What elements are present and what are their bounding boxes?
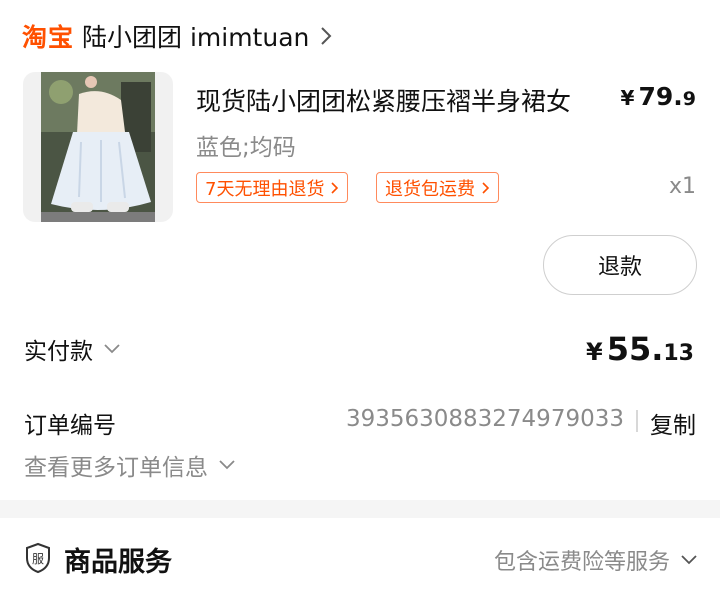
- divider: [636, 410, 638, 432]
- amount-decimal: 13: [663, 341, 694, 366]
- amount-currency: ¥: [585, 338, 603, 366]
- chevron-down-icon: [104, 344, 120, 354]
- copy-button[interactable]: 复制: [650, 406, 696, 440]
- price-integer: 79.: [638, 82, 683, 111]
- product-quantity: x1: [668, 174, 696, 199]
- tag-return-shipping[interactable]: 退货包运费: [376, 172, 499, 203]
- refund-button[interactable]: 退款: [543, 235, 697, 295]
- service-summary-label: 包含运费险等服务: [493, 550, 670, 575]
- order-number: 3935630883274979033: [345, 406, 624, 432]
- payment-amount: ¥55.13: [586, 330, 694, 368]
- service-summary[interactable]: 包含运费险等服务: [494, 544, 698, 576]
- product-photo-icon: [41, 72, 155, 222]
- order-card: 淘宝 陆小团团 imimtuan 现货陆小团团松紧腰压褶半身裙女 ¥79.9 蓝…: [0, 0, 720, 500]
- chevron-right-icon: [331, 181, 339, 194]
- amount-integer: 55.: [606, 330, 664, 368]
- product-sku: 蓝色;均码: [196, 135, 296, 161]
- tag-no-reason-return[interactable]: 7天无理由退货: [196, 172, 349, 203]
- product-title[interactable]: 现货陆小团团松紧腰压褶半身裙女: [196, 82, 571, 118]
- tag-label: 7天无理由退货: [205, 178, 325, 200]
- shield-icon: 服: [26, 542, 50, 574]
- price-decimal: 9: [682, 88, 696, 110]
- more-order-info[interactable]: 查看更多订单信息: [24, 448, 236, 482]
- chevron-right-icon: [482, 181, 490, 194]
- taobao-logo: 淘宝: [22, 23, 75, 52]
- order-number-label: 订单编号: [24, 413, 116, 439]
- payment-label: 实付款: [24, 339, 93, 365]
- chevron-right-icon: [321, 27, 332, 45]
- chevron-down-icon: [681, 555, 697, 565]
- more-order-info-label: 查看更多订单信息: [24, 455, 208, 481]
- payment-toggle[interactable]: 实付款: [24, 332, 121, 366]
- tag-label: 退货包运费: [385, 178, 475, 200]
- price-currency: ¥: [620, 86, 635, 110]
- product-thumbnail[interactable]: [23, 72, 173, 222]
- store-name[interactable]: 陆小团团 imimtuan: [82, 18, 309, 54]
- chevron-down-icon: [219, 460, 235, 470]
- store-header[interactable]: 淘宝 陆小团团 imimtuan: [22, 14, 335, 58]
- service-title: 商品服务: [64, 547, 172, 578]
- svg-text:服: 服: [32, 552, 44, 566]
- product-price: ¥79.9: [621, 82, 696, 111]
